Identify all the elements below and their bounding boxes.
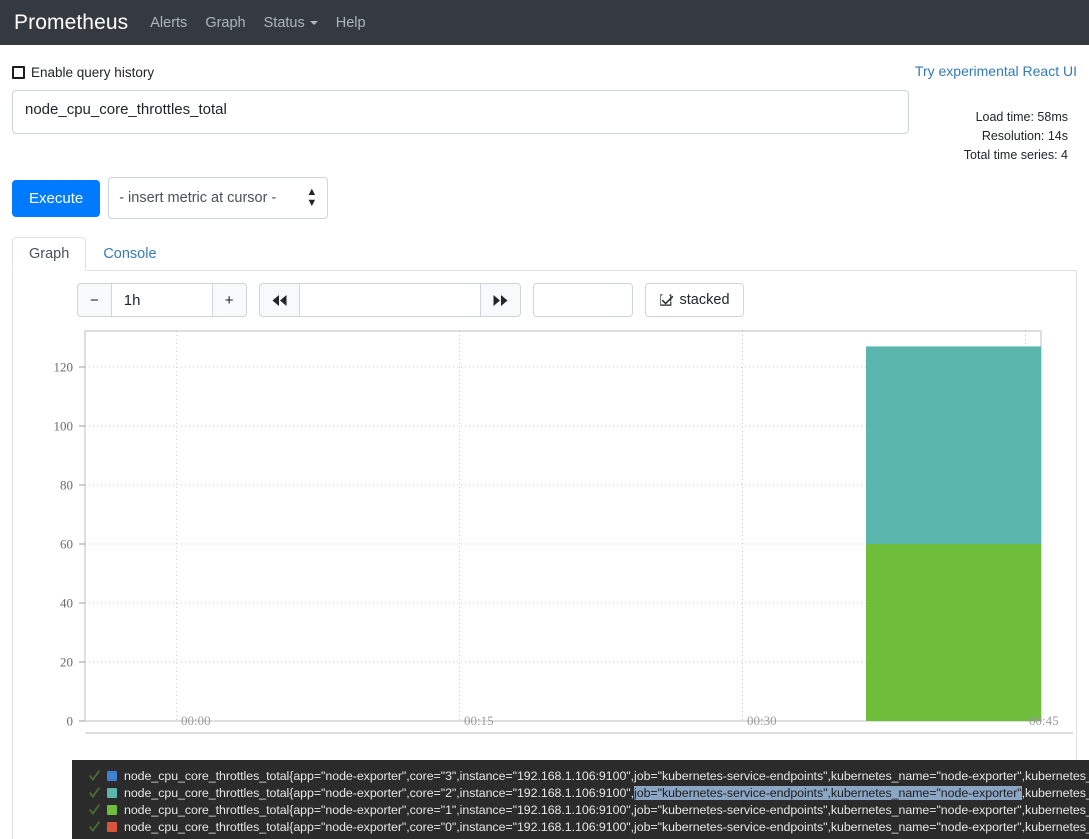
svg-text:00:15: 00:15 [464,713,494,728]
graph-controls: − 1h + stacked [13,271,1076,318]
resolution-input[interactable] [532,283,633,318]
svg-text:00:30: 00:30 [747,713,777,728]
legend-item[interactable]: node_cpu_core_throttles_total{app="node-… [72,784,1089,801]
stacked-label: stacked [679,292,730,309]
svg-text:00:00: 00:00 [181,713,211,728]
insert-metric-select[interactable]: - insert metric at cursor - ▲ ▼ [108,177,329,220]
svg-text:80: 80 [60,478,73,493]
insert-metric-value: - insert metric at cursor - [119,190,277,207]
query-column: node_cpu_core_throttles_total [12,80,909,165]
range-input[interactable]: 1h [111,283,212,318]
throttles-stacked-bar-chart[interactable]: 0 20 40 60 80 100 120 00:00 00:15 00:30 … [13,327,1073,747]
tab-console[interactable]: Console [86,237,173,271]
legend-item[interactable]: node_cpu_core_throttles_total{app="node-… [72,767,1089,784]
legend-color-swatch[interactable] [107,804,117,815]
time-back-button[interactable] [258,283,300,318]
chart-legend: node_cpu_core_throttles_total{app="node-… [72,760,1089,839]
nav-item-graph[interactable]: Graph [205,15,245,31]
range-group: − 1h + [77,283,247,318]
range-increase-button[interactable]: + [211,283,247,318]
checked-box-icon [659,294,673,307]
fast-forward-icon [493,294,508,306]
svg-text:00:45: 00:45 [1029,713,1059,728]
select-arrows-icon: ▲ ▼ [306,186,318,210]
stat-total-series: Total time series: 4 [963,148,1068,163]
svg-text:40: 40 [60,596,73,611]
query-input[interactable]: node_cpu_core_throttles_total [12,90,909,134]
chart-area: 0 20 40 60 80 100 120 00:00 00:15 00:30 … [13,327,1076,747]
bar-segment-core-1[interactable] [866,544,1041,722]
chevron-down-icon [309,20,318,25]
query-history-checkbox[interactable] [12,66,25,79]
check-icon[interactable] [88,820,101,833]
page-body: Enable query history Try experimental Re… [0,45,1089,839]
y-axis-labels: 0 20 40 60 80 100 120 [54,360,74,729]
nav-item-status[interactable]: Status [264,15,318,31]
time-group [258,283,521,318]
query-history-label: Enable query history [31,65,155,80]
legend-item[interactable]: node_cpu_core_throttles_total{app="node-… [72,801,1089,818]
time-forward-button[interactable] [479,283,521,318]
react-ui-link[interactable]: Try experimental React UI [915,63,1077,79]
svg-text:20: 20 [60,655,73,670]
legend-label: node_cpu_core_throttles_total{app="node-… [124,819,1089,834]
nav-label-graph: Graph [205,14,246,31]
execute-row: Execute - insert metric at cursor - ▲ ▼ [12,177,1077,220]
nav-label-alerts: Alerts [150,14,188,31]
legend-color-swatch[interactable] [107,770,117,781]
execute-button[interactable]: Execute [12,179,101,217]
legend-label: node_cpu_core_throttles_total{app="node-… [124,802,1089,817]
check-icon[interactable] [88,786,101,799]
enable-query-history[interactable]: Enable query history [12,65,154,80]
stacked-toggle[interactable]: stacked [644,283,744,318]
nav-item-alerts[interactable]: Alerts [150,15,187,31]
range-decrease-button[interactable]: − [77,283,112,318]
legend-color-swatch[interactable] [107,821,117,832]
rewind-icon [272,294,287,306]
svg-text:120: 120 [54,360,74,375]
svg-text:60: 60 [60,537,73,552]
view-tabs: Graph Console [12,237,1077,272]
svg-text:100: 100 [54,419,74,434]
stat-resolution: Resolution: 14s [981,129,1068,144]
nav-label-help: Help [335,14,366,31]
query-stats: Load time: 58ms Resolution: 14s Total ti… [964,80,1077,165]
tab-graph[interactable]: Graph [12,237,87,272]
svg-text:0: 0 [67,714,74,729]
until-input[interactable] [299,283,480,318]
query-row: node_cpu_core_throttles_total Load time:… [12,80,1077,165]
y-axis-ticks [79,366,85,722]
legend-label: node_cpu_core_throttles_total{app="node-… [124,768,1089,783]
legend-item[interactable]: node_cpu_core_throttles_total{app="node-… [72,818,1089,835]
brand-prometheus[interactable]: Prometheus [14,11,128,35]
graph-panel: − 1h + stacked 0 20 40 60 80 100 120 00:… [12,271,1077,839]
legend-label: node_cpu_core_throttles_total{app="node-… [124,785,1089,800]
query-history-row: Enable query history Try experimental Re… [12,45,1077,80]
top-navbar: Prometheus Alerts Graph Status Help [0,0,1089,45]
stat-load-time: Load time: 58ms [975,110,1068,124]
nav-item-help[interactable]: Help [336,15,366,31]
check-icon[interactable] [88,769,101,782]
nav-label-status: Status [263,14,305,31]
legend-color-swatch[interactable] [107,787,117,798]
bar-segment-core-2[interactable] [866,346,1041,545]
check-icon[interactable] [88,803,101,816]
